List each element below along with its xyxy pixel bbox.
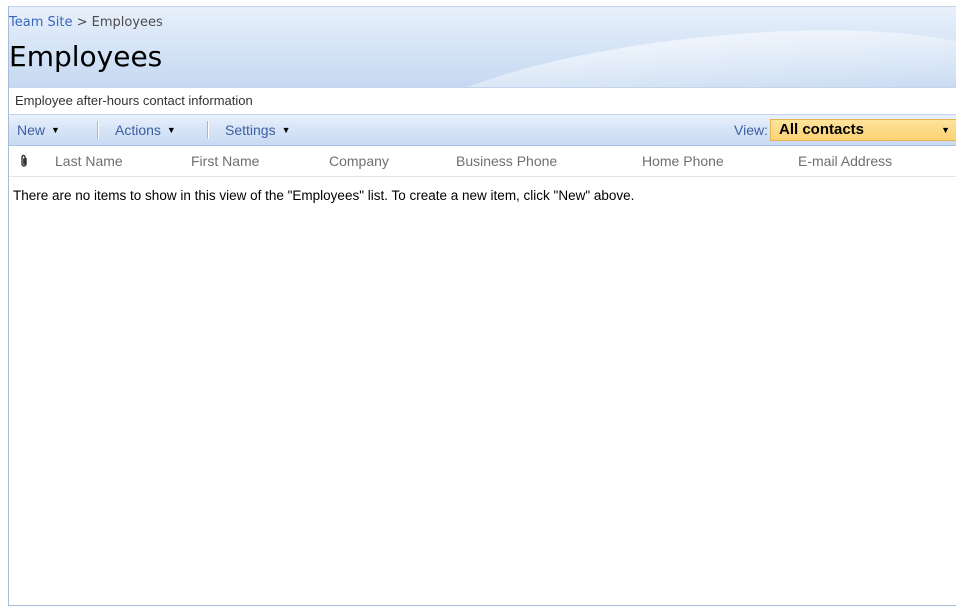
column-header-company[interactable]: Company [329,146,389,176]
settings-menu-label: Settings [225,122,276,138]
settings-menu-button[interactable]: Settings ▼ [225,115,291,145]
page-title: Employees [9,40,163,73]
breadcrumb-team-site-link[interactable]: Team Site [9,15,72,30]
breadcrumb-current: Employees [91,15,163,30]
column-header-email-address[interactable]: E-mail Address [798,146,892,176]
list-description: Employee after-hours contact information [9,87,956,115]
new-menu-label: New [17,122,46,138]
breadcrumb-separator: > [72,15,92,30]
actions-dropdown-arrow-icon: ▼ [166,125,176,135]
breadcrumb: Team Site > Employees [9,15,163,30]
paperclip-icon-glyph [21,154,27,167]
column-header-home-phone[interactable]: Home Phone [642,146,724,176]
view-selected-value: All contacts [779,121,865,138]
column-header-row: Last Name First Name Company Business Ph… [9,146,956,177]
column-header-first-name[interactable]: First Name [191,146,259,176]
header-swoosh-decoration [391,7,956,87]
empty-list-message: There are no items to show in this view … [13,188,635,203]
new-dropdown-arrow-icon: ▼ [51,125,60,135]
toolbar-separator [97,121,98,139]
column-header-last-name[interactable]: Last Name [55,146,123,176]
new-menu-button[interactable]: New ▼ [17,115,60,145]
list-page-frame: Team Site > Employees Employees Employee… [8,6,956,606]
view-selector[interactable]: All contacts ▼ [770,119,956,141]
actions-menu-label: Actions [115,122,161,138]
actions-menu-button[interactable]: Actions ▼ [115,115,176,145]
view-label: View: [734,122,768,138]
settings-dropdown-arrow-icon: ▼ [281,125,291,135]
view-dropdown-arrow-icon: ▼ [941,125,950,135]
list-toolbar: New ▼ Actions ▼ Settings ▼ View: All contac… [9,115,956,146]
toolbar-separator [207,121,208,139]
title-area: Team Site > Employees Employees [9,6,956,87]
paperclip-icon [19,146,35,176]
column-header-business-phone[interactable]: Business Phone [456,146,557,176]
